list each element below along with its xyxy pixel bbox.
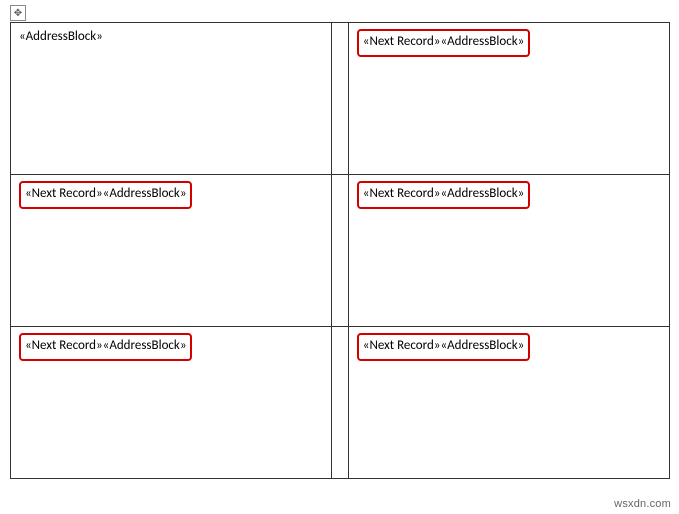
merge-field: «Next Record»«AddressBlock»	[357, 29, 530, 57]
document-page: ✥ «AddressBlock» «Next Record»«AddressBl…	[0, 0, 679, 514]
label-gutter	[332, 175, 349, 327]
merge-field: «Next Record»«AddressBlock»	[19, 333, 192, 361]
label-row: «AddressBlock» «Next Record»«AddressBloc…	[11, 23, 670, 175]
merge-field: «Next Record»«AddressBlock»	[357, 333, 530, 361]
label-row: «Next Record»«AddressBlock» «Next Record…	[11, 327, 670, 479]
label-cell[interactable]: «Next Record»«AddressBlock»	[11, 175, 332, 327]
label-row: «Next Record»«AddressBlock» «Next Record…	[11, 175, 670, 327]
mail-merge-label-sheet: «AddressBlock» «Next Record»«AddressBloc…	[10, 22, 670, 479]
merge-field: «AddressBlock»	[19, 29, 103, 44]
label-cell[interactable]: «Next Record»«AddressBlock»	[348, 23, 669, 175]
label-gutter	[332, 23, 349, 175]
watermark: wsxdn.com	[614, 498, 671, 510]
table-move-handle[interactable]: ✥	[10, 5, 26, 21]
merge-field: «Next Record»«AddressBlock»	[19, 181, 192, 209]
label-cell[interactable]: «AddressBlock»	[11, 23, 332, 175]
merge-field: «Next Record»«AddressBlock»	[357, 181, 530, 209]
label-cell[interactable]: «Next Record»«AddressBlock»	[348, 327, 669, 479]
label-cell[interactable]: «Next Record»«AddressBlock»	[348, 175, 669, 327]
move-handle-icon: ✥	[14, 8, 22, 18]
label-gutter	[332, 327, 349, 479]
label-cell[interactable]: «Next Record»«AddressBlock»	[11, 327, 332, 479]
